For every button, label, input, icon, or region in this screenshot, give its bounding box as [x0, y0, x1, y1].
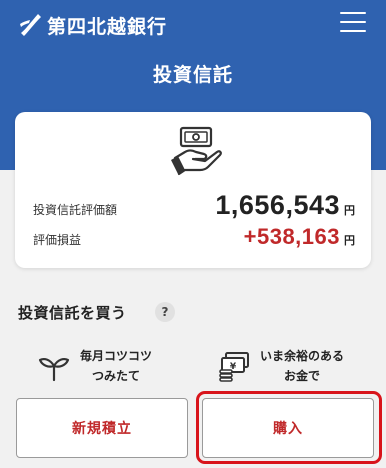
lump-sum-option-line2: お金で	[284, 369, 321, 383]
sprout-icon	[38, 358, 70, 382]
monthly-option-line2: つみたて	[92, 369, 141, 383]
gain-label: 評価損益	[33, 233, 82, 247]
money-hand-icon	[171, 126, 222, 176]
bank-logo-icon	[20, 14, 41, 36]
valuation-unit: 円	[344, 204, 355, 217]
top-bar: 第四北越銀行	[0, 0, 386, 50]
valuation-label: 投資信託評価額	[33, 203, 118, 217]
bank-name: 第四北越銀行	[47, 16, 168, 38]
gain-value: +538,163	[243, 224, 340, 249]
page-title: 投資信託	[152, 64, 233, 86]
cash-stack-icon: ¥	[219, 352, 249, 382]
lump-sum-option-line1: いま余裕のある	[260, 349, 345, 363]
monthly-option-line1: 毎月コツコツ	[80, 349, 153, 363]
new-plan-button[interactable]: 新規積立	[16, 398, 188, 458]
valuation-value: 1,656,543	[215, 190, 340, 220]
gain-unit: 円	[344, 234, 355, 247]
purchase-button[interactable]: 購入	[202, 398, 374, 458]
help-icon[interactable]: ?	[155, 302, 175, 322]
valuation-row: 投資信託評価額 1,656,543 円	[33, 190, 355, 221]
hamburger-menu-icon[interactable]	[340, 12, 366, 36]
buy-section-title: 投資信託を買う	[18, 304, 127, 322]
monthly-option: 毎月コツコツ つみたて	[38, 346, 152, 386]
summary-card: 投資信託評価額 1,656,543 円 評価損益 +538,163 円	[15, 112, 371, 268]
lump-sum-option: ¥ いま余裕のある お金で	[218, 346, 344, 386]
gain-row: 評価損益 +538,163 円	[33, 224, 355, 250]
